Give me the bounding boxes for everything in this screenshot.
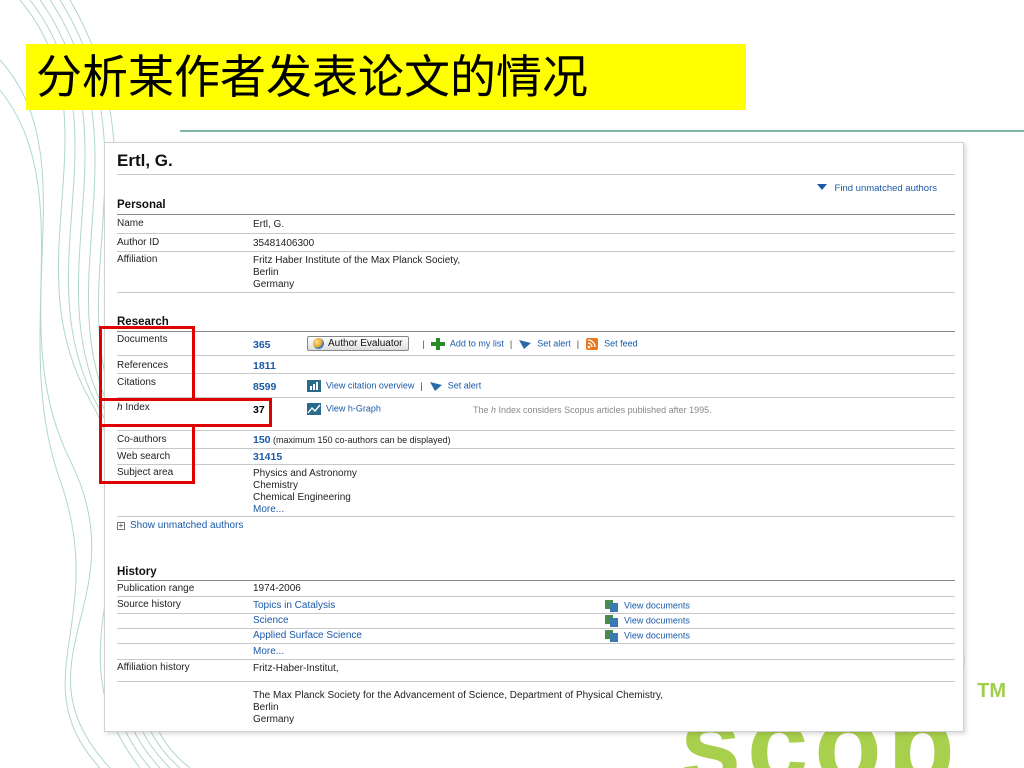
source-link[interactable]: Science xyxy=(253,615,289,627)
divider xyxy=(117,628,955,629)
source-history-label: Source history xyxy=(117,599,181,610)
divider xyxy=(117,430,955,431)
history-heading: History xyxy=(117,566,157,578)
set-feed-link[interactable]: Set feed xyxy=(585,337,638,350)
web-search-count-link[interactable]: 31415 xyxy=(253,451,282,463)
separator: | xyxy=(420,381,423,391)
divider xyxy=(117,292,955,293)
citations-count-link[interactable]: 8599 xyxy=(253,381,276,393)
name-value: Ertl, G. xyxy=(253,219,285,230)
view-documents-link[interactable]: View documents xyxy=(605,615,690,627)
bar-chart-icon xyxy=(307,380,321,392)
author-id-value: 35481406300 xyxy=(253,238,315,249)
globe-icon xyxy=(313,338,324,349)
subject-area-item: Chemical Engineering xyxy=(253,492,351,503)
source-link[interactable]: Topics in Catalysis xyxy=(253,600,335,612)
divider xyxy=(117,580,955,581)
divider xyxy=(117,355,955,356)
divider xyxy=(117,464,955,465)
personal-heading: Personal xyxy=(117,199,166,211)
name-label: Name xyxy=(117,218,144,229)
co-authors-note: (maximum 150 co-authors can be displayed… xyxy=(270,435,451,445)
co-authors-value: 150 (maximum 150 co-authors can be displ… xyxy=(253,434,451,447)
divider xyxy=(117,613,955,614)
divider xyxy=(117,659,955,660)
affiliation-value: Fritz Haber Institute of the Max Planck … xyxy=(253,255,461,290)
plus-icon xyxy=(430,337,445,350)
citations-actions: View citation overview | Set alert xyxy=(307,380,481,392)
expand-plus-icon: + xyxy=(117,521,125,530)
author-name: Ertl, G. xyxy=(117,151,173,170)
triangle-down-icon xyxy=(816,184,827,190)
set-alert-link[interactable]: Set alert xyxy=(518,338,571,350)
divider xyxy=(117,251,955,252)
rss-feed-icon xyxy=(586,337,599,350)
documents-icon xyxy=(605,615,618,627)
find-unmatched-authors-link[interactable]: Find unmatched authors xyxy=(816,183,937,194)
view-citation-overview-link[interactable]: View citation overview xyxy=(307,380,414,392)
publication-range-label: Publication range xyxy=(117,583,195,594)
publication-range-value: 1974-2006 xyxy=(253,583,301,594)
author-profile-panel: Ertl, G. Find unmatched authors Personal… xyxy=(104,142,964,732)
divider xyxy=(117,643,955,644)
highlight-box-subjects xyxy=(99,424,195,484)
divider xyxy=(117,373,955,374)
alert-bell-icon xyxy=(429,382,442,391)
documents-actions: Author Evaluator | Add to my list | Set … xyxy=(307,336,638,351)
highlight-box-h-index xyxy=(99,398,272,427)
subject-area-item: Chemistry xyxy=(253,480,299,491)
logo-trademark: TM xyxy=(977,680,1006,702)
references-count-link[interactable]: 1811 xyxy=(253,360,276,372)
separator: | xyxy=(422,338,425,349)
add-to-list-link[interactable]: Add to my list xyxy=(430,337,504,350)
divider xyxy=(117,448,955,449)
divider xyxy=(117,331,955,332)
divider xyxy=(117,516,955,517)
source-link[interactable]: Applied Surface Science xyxy=(253,630,362,642)
affiliation-history-label: Affiliation history xyxy=(117,662,190,673)
subject-area-item: Physics and Astronomy xyxy=(253,468,357,479)
subject-area-list: Physics and Astronomy Chemistry Chemical… xyxy=(253,468,357,516)
subject-area-more-link[interactable]: More... xyxy=(253,504,357,516)
co-authors-count-link[interactable]: 150 xyxy=(253,434,271,446)
graph-icon xyxy=(307,403,321,415)
affiliation-history-second: The Max Planck Society for the Advanceme… xyxy=(253,690,663,725)
view-h-graph-link[interactable]: View h-Graph xyxy=(307,403,381,415)
h-index-actions: View h-Graph xyxy=(307,403,381,415)
view-documents-link[interactable]: View documents xyxy=(605,600,690,612)
divider xyxy=(117,214,955,215)
show-unmatched-authors-link[interactable]: + Show unmatched authors xyxy=(117,520,243,531)
view-documents-link[interactable]: View documents xyxy=(605,630,690,642)
separator: | xyxy=(509,338,513,349)
source-more-link[interactable]: More... xyxy=(253,646,284,658)
affiliation-label: Affiliation xyxy=(117,254,158,265)
documents-icon xyxy=(605,600,618,612)
slide-title-banner: 分析某作者发表论文的情况 xyxy=(26,44,746,110)
divider xyxy=(117,681,955,682)
divider xyxy=(117,596,955,597)
documents-icon xyxy=(605,630,618,642)
divider xyxy=(117,233,955,234)
citations-set-alert-link[interactable]: Set alert xyxy=(429,380,481,392)
highlight-box-documents xyxy=(99,326,195,401)
alert-bell-icon xyxy=(519,339,532,349)
slide-title: 分析某作者发表论文的情况 xyxy=(36,50,588,104)
decorative-rule xyxy=(180,130,1024,132)
author-evaluator-button[interactable]: Author Evaluator xyxy=(307,336,409,351)
affiliation-history-first: Fritz-Haber-Institut, xyxy=(253,663,339,674)
documents-count-link[interactable]: 365 xyxy=(253,339,271,351)
separator: | xyxy=(576,338,580,349)
h-index-note: The h Index considers Scopus articles pu… xyxy=(473,405,712,415)
divider xyxy=(117,174,955,175)
author-id-label: Author ID xyxy=(117,237,160,248)
